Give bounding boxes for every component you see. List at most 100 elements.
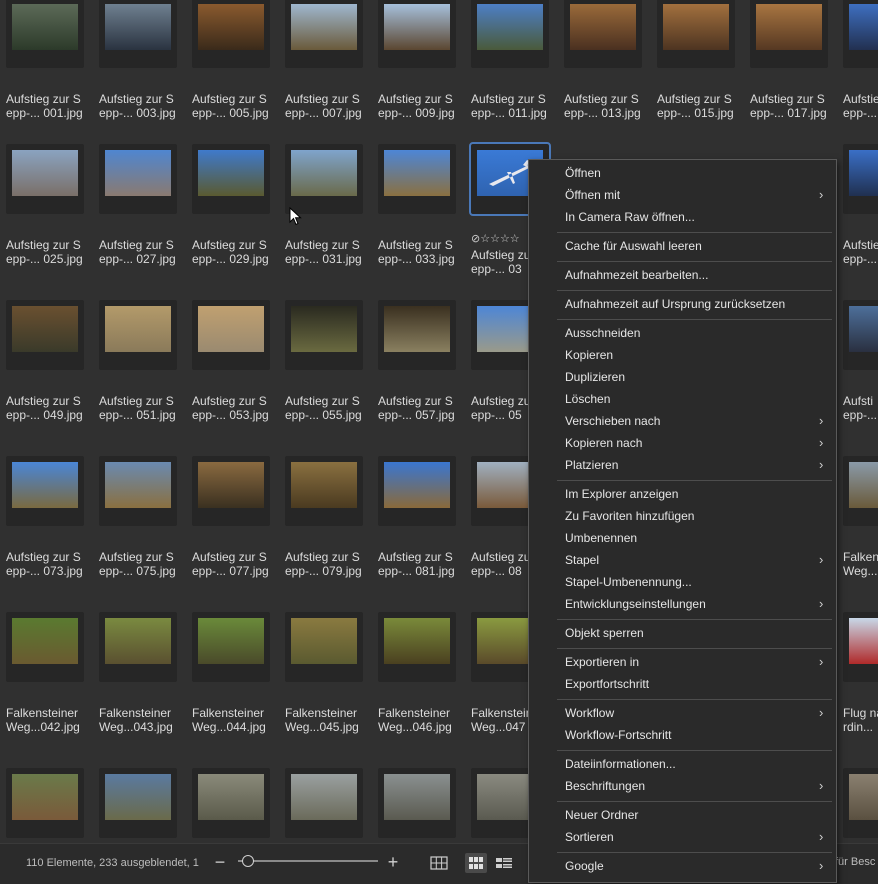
thumbnail-frame[interactable] xyxy=(192,768,270,838)
menu-item[interactable]: Duplizieren xyxy=(530,367,835,389)
thumbnail-item[interactable]: Falkensteiner Weg...044.jpg xyxy=(186,612,279,768)
thumbnail-item[interactable]: Aufstieg zur Sepp-... 051.jpg xyxy=(93,300,186,456)
menu-item[interactable]: Neuer Ordner xyxy=(530,805,835,827)
thumbnail-item[interactable]: Aufstieg zur Sepp-... 027.jpg xyxy=(93,144,186,300)
thumbnail-item[interactable]: Aufsti epp-... xyxy=(837,300,878,456)
thumbnail-item[interactable] xyxy=(372,768,465,843)
thumbnail-frame[interactable] xyxy=(285,456,363,526)
thumbnail-frame[interactable] xyxy=(378,300,456,370)
thumbnail-frame[interactable] xyxy=(285,300,363,370)
menu-item[interactable]: Entwicklungseinstellungen › xyxy=(530,594,835,616)
thumbnail-item[interactable] xyxy=(837,768,878,843)
menu-item[interactable]: In Camera Raw öffnen... xyxy=(530,207,835,229)
thumbnail-item[interactable]: Falkensteiner Weg...042.jpg xyxy=(0,612,93,768)
menu-item[interactable]: Verschieben nach › xyxy=(530,411,835,433)
thumbnail-item[interactable]: Flug nardin... xyxy=(837,612,878,768)
thumbnail-item[interactable]: Aufstieg zur Sepp-... 013.jpg xyxy=(558,0,651,154)
view-details-button[interactable] xyxy=(493,853,515,873)
zoom-in-button[interactable]: + xyxy=(386,853,400,873)
thumbnail-item[interactable]: Falkensteiner Weg...046.jpg xyxy=(372,612,465,768)
thumbnail-frame[interactable] xyxy=(285,144,363,214)
menu-item[interactable]: Stapel-Umbenennung... xyxy=(530,572,835,594)
thumbnail-frame[interactable] xyxy=(843,768,878,838)
menu-item[interactable]: Öffnen xyxy=(530,163,835,185)
thumbnail-frame[interactable] xyxy=(843,144,878,214)
thumbnail-item[interactable]: Aufstieg zur Sepp-... 011.jpg xyxy=(465,0,558,154)
menu-item[interactable]: Cache für Auswahl leeren xyxy=(530,236,835,258)
menu-item[interactable]: Umbenennen xyxy=(530,528,835,550)
menu-item[interactable]: Zu Favoriten hinzufügen xyxy=(530,506,835,528)
thumbnail-frame[interactable] xyxy=(285,768,363,838)
thumbnail-frame[interactable] xyxy=(192,0,270,68)
thumbnail-item[interactable]: Aufstieg zur Sepp-... 053.jpg xyxy=(186,300,279,456)
menu-item[interactable]: Im Explorer anzeigen xyxy=(530,484,835,506)
view-grid-lock-button[interactable] xyxy=(428,853,450,873)
thumbnail-item[interactable]: Aufstie epp-... xyxy=(837,144,878,300)
thumbnail-item[interactable]: Aufstieg zur Sepp-... 075.jpg xyxy=(93,456,186,612)
thumbnail-item[interactable]: Aufstieg zur Sepp-... 007.jpg xyxy=(279,0,372,154)
thumbnail-item[interactable]: Aufstieg zur Sepp-... 033.jpg xyxy=(372,144,465,300)
thumbnail-item[interactable]: Aufstieg zur Sepp-... xyxy=(837,0,878,154)
thumbnail-item[interactable] xyxy=(0,768,93,843)
slider-handle[interactable] xyxy=(242,855,254,867)
thumbnail-item[interactable]: Aufstieg zur Sepp-... 077.jpg xyxy=(186,456,279,612)
menu-item[interactable]: Exportieren in › xyxy=(530,652,835,674)
menu-item[interactable]: Kopieren xyxy=(530,345,835,367)
thumbnail-item[interactable] xyxy=(279,768,372,843)
thumbnail-item[interactable]: Aufstieg zur Sepp-... 073.jpg xyxy=(0,456,93,612)
rating-stars[interactable]: ⊘☆☆☆☆ xyxy=(471,232,520,245)
view-thumbnails-button[interactable] xyxy=(465,853,487,873)
thumbnail-frame[interactable] xyxy=(99,300,177,370)
menu-item[interactable]: Ausschneiden xyxy=(530,323,835,345)
thumbnail-item[interactable]: Aufstieg zur Sepp-... 015.jpg xyxy=(651,0,744,154)
thumbnail-item[interactable]: FalkensWeg... xyxy=(837,456,878,612)
thumbnail-frame[interactable] xyxy=(192,300,270,370)
thumbnail-frame[interactable] xyxy=(99,0,177,68)
thumbnail-frame[interactable] xyxy=(564,0,642,68)
thumbnail-frame[interactable] xyxy=(843,0,878,68)
thumbnail-frame[interactable] xyxy=(99,768,177,838)
thumbnail-item[interactable]: Aufstieg zur Sepp-... 005.jpg xyxy=(186,0,279,154)
thumbnail-frame[interactable] xyxy=(378,144,456,214)
thumbnail-frame[interactable] xyxy=(843,612,878,682)
thumbnail-frame[interactable] xyxy=(6,456,84,526)
thumbnail-item[interactable]: Falkensteiner Weg...043.jpg xyxy=(93,612,186,768)
thumbnail-frame[interactable] xyxy=(6,0,84,68)
star-rating-icons[interactable]: ☆☆☆☆ xyxy=(480,233,519,245)
menu-item[interactable]: Beschriftungen › xyxy=(530,776,835,798)
thumbnail-frame[interactable] xyxy=(657,0,735,68)
thumbnail-frame[interactable] xyxy=(99,612,177,682)
thumbnail-item[interactable]: Aufstieg zur Sepp-... 049.jpg xyxy=(0,300,93,456)
menu-item[interactable]: Kopieren nach › xyxy=(530,433,835,455)
thumbnail-frame[interactable] xyxy=(378,612,456,682)
thumbnail-frame[interactable] xyxy=(192,456,270,526)
thumbnail-frame[interactable] xyxy=(6,612,84,682)
menu-item[interactable]: Dateiinformationen... xyxy=(530,754,835,776)
thumbnail-frame[interactable] xyxy=(99,456,177,526)
menu-item[interactable]: Stapel › xyxy=(530,550,835,572)
reject-circle-icon[interactable]: ⊘ xyxy=(471,233,480,245)
thumbnail-frame[interactable] xyxy=(750,0,828,68)
thumbnail-item[interactable]: Aufstieg zur Sepp-... 029.jpg xyxy=(186,144,279,300)
menu-item[interactable]: Öffnen mit › xyxy=(530,185,835,207)
thumbnail-frame[interactable] xyxy=(6,144,84,214)
menu-item[interactable]: Löschen xyxy=(530,389,835,411)
thumbnail-frame[interactable] xyxy=(471,0,549,68)
menu-item[interactable]: Google › xyxy=(530,856,835,878)
thumbnail-frame[interactable] xyxy=(378,456,456,526)
thumbnail-frame[interactable] xyxy=(285,0,363,68)
thumbnail-item[interactable]: Aufstieg zur Sepp-... 057.jpg xyxy=(372,300,465,456)
zoom-out-button[interactable]: − xyxy=(213,853,227,873)
menu-item[interactable]: Platzieren › xyxy=(530,455,835,477)
thumbnail-frame[interactable] xyxy=(6,768,84,838)
thumbnail-frame[interactable] xyxy=(192,612,270,682)
menu-item[interactable]: Aufnahmezeit auf Ursprung zurücksetzen xyxy=(530,294,835,316)
thumbnail-frame[interactable] xyxy=(99,144,177,214)
menu-item[interactable]: Objekt sperren xyxy=(530,623,835,645)
thumbnail-item[interactable]: Aufstieg zur Sepp-... 009.jpg xyxy=(372,0,465,154)
thumbnail-frame[interactable] xyxy=(6,300,84,370)
thumbnail-frame[interactable] xyxy=(843,456,878,526)
thumbnail-item[interactable]: Aufstieg zur Sepp-... 001.jpg xyxy=(0,0,93,154)
menu-item[interactable]: Exportfortschritt xyxy=(530,674,835,696)
menu-item[interactable]: Aufnahmezeit bearbeiten... xyxy=(530,265,835,287)
